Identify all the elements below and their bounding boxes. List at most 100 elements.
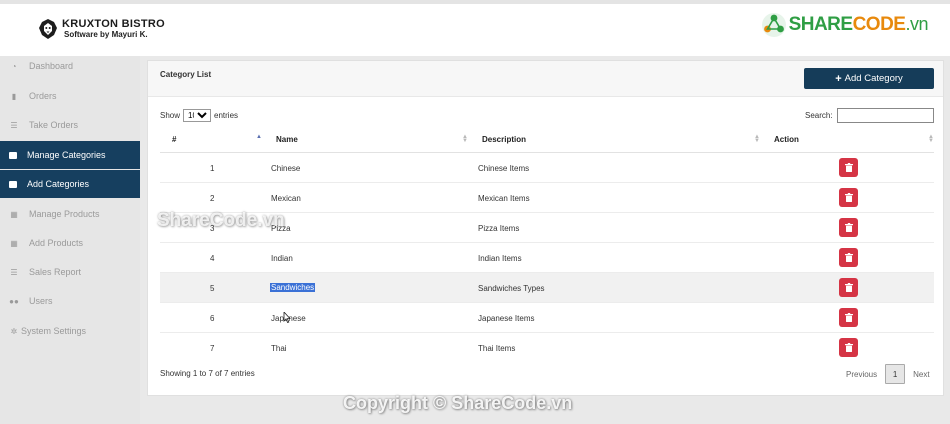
delete-button[interactable] bbox=[839, 158, 858, 177]
show-label: Show bbox=[160, 111, 181, 120]
sidebar-item-sales-report[interactable]: ☰ Sales Report bbox=[0, 258, 140, 286]
delete-button[interactable] bbox=[839, 188, 858, 207]
sidebar-item-users[interactable]: ●● Users bbox=[0, 287, 140, 315]
next-page-button[interactable]: Next bbox=[913, 370, 929, 379]
top-border bbox=[0, 0, 950, 4]
row-description: Japanese Items bbox=[478, 314, 535, 323]
page-length-control: Show 10 entries bbox=[160, 109, 238, 122]
row-description: Mexican Items bbox=[478, 194, 530, 203]
brand-name: KRUXTON BISTRO bbox=[62, 18, 166, 30]
logo-share: SHARE bbox=[788, 14, 854, 35]
previous-page-button[interactable]: Previous bbox=[846, 370, 877, 379]
table-row: 1 Chinese Chinese Items bbox=[160, 153, 934, 183]
square-icon bbox=[9, 180, 17, 188]
logo-suffix: .vn bbox=[905, 14, 928, 34]
plus-icon: + bbox=[835, 72, 842, 85]
row-id: 2 bbox=[210, 194, 215, 203]
sort-both-icon[interactable]: ▲ ▼ bbox=[928, 134, 934, 144]
delete-button[interactable] bbox=[839, 248, 858, 267]
table-row: 5 Sandwiches Sandwiches Types bbox=[160, 273, 934, 303]
delete-button[interactable] bbox=[839, 338, 858, 357]
column-header-description[interactable]: Description bbox=[482, 135, 526, 144]
sidebar-item-label: Orders bbox=[29, 91, 57, 101]
row-id: 1 bbox=[210, 164, 215, 173]
row-description: Thai Items bbox=[478, 344, 516, 353]
grid-icon: ▦ bbox=[10, 209, 18, 219]
logo-code: CODE bbox=[852, 14, 906, 35]
add-category-label: Add Category bbox=[844, 73, 903, 84]
row-name: Chinese bbox=[271, 164, 301, 173]
clipboard-icon: ▮ bbox=[11, 91, 17, 101]
row-name: Indian bbox=[271, 254, 293, 263]
sidebar-item-label: Sales Report bbox=[29, 267, 82, 277]
mouse-cursor-icon bbox=[283, 312, 291, 323]
search-control: Search: bbox=[805, 108, 934, 123]
sort-asc-icon[interactable]: ▲ bbox=[256, 134, 262, 140]
sidebar-item-dashboard[interactable]: ◔ Dashboard bbox=[0, 52, 140, 80]
page-title: Category List bbox=[160, 70, 212, 79]
row-id: 7 bbox=[210, 344, 215, 353]
page-1-button[interactable]: 1 bbox=[885, 364, 906, 384]
trash-icon bbox=[844, 163, 853, 172]
trash-icon bbox=[844, 223, 853, 232]
row-description: Sandwiches Types bbox=[478, 284, 545, 293]
brand-subtitle: Software by Mayuri K. bbox=[64, 30, 148, 39]
watermark-middle: ShareCode.vn bbox=[157, 210, 285, 231]
watermark-copyright: Copyright © ShareCode.vn bbox=[343, 393, 573, 413]
sort-both-icon[interactable]: ▲ ▼ bbox=[754, 134, 760, 144]
table-header: # ▲ Name ▲ ▼ Description ▲ ▼ Action ▲ ▼ bbox=[160, 127, 934, 153]
trash-icon bbox=[844, 253, 853, 262]
delete-button[interactable] bbox=[839, 308, 858, 327]
column-header-name[interactable]: Name bbox=[276, 135, 298, 144]
row-id: 4 bbox=[210, 254, 215, 263]
sidebar-item-label: Manage Categories bbox=[27, 150, 106, 160]
list-icon: ☰ bbox=[10, 267, 18, 277]
gauge-icon: ◔ bbox=[11, 61, 17, 71]
sort-both-icon[interactable]: ▲ ▼ bbox=[462, 134, 468, 144]
sidebar-item-label: Add Products bbox=[29, 238, 84, 248]
page-length-select[interactable]: 10 bbox=[183, 109, 212, 122]
sidebar-item-label: Users bbox=[29, 296, 53, 306]
row-id: 6 bbox=[210, 314, 215, 323]
sidebar-item-manage-categories[interactable]: Manage Categories bbox=[0, 141, 140, 169]
search-label: Search: bbox=[805, 111, 833, 120]
sidebar-item-add-categories[interactable]: Add Categories bbox=[0, 170, 140, 198]
sharecode-logo: SHARECODE.vn bbox=[761, 12, 928, 38]
sidebar-item-add-products[interactable]: ▦ Add Products bbox=[0, 229, 140, 257]
lion-logo-icon bbox=[39, 19, 57, 39]
sharecode-logo-icon bbox=[761, 13, 786, 37]
sidebar-item-take-orders[interactable]: ☰ Take Orders bbox=[0, 111, 140, 139]
brand[interactable]: KRUXTON BISTRO Software by Mayuri K. bbox=[38, 18, 165, 40]
add-category-button[interactable]: + Add Category bbox=[804, 68, 934, 89]
sidebar-item-label: Dashboard bbox=[29, 61, 74, 71]
search-input[interactable] bbox=[836, 108, 934, 123]
trash-icon bbox=[844, 313, 853, 322]
row-description: Pizza Items bbox=[478, 224, 520, 233]
entries-label: entries bbox=[214, 111, 239, 120]
sidebar-item-label: Add Categories bbox=[27, 179, 90, 189]
users-icon: ●● bbox=[9, 296, 19, 306]
table-row: 7 Thai Thai Items bbox=[160, 333, 934, 363]
sidebar-item-orders[interactable]: ▮ Orders bbox=[0, 82, 140, 110]
row-id: 5 bbox=[210, 284, 215, 293]
grid-icon: ▦ bbox=[10, 238, 18, 248]
row-description: Indian Items bbox=[478, 254, 522, 263]
list-icon: ☰ bbox=[10, 120, 18, 130]
trash-icon bbox=[844, 283, 853, 292]
pagination: Previous 1 Next bbox=[838, 364, 938, 384]
column-header-id[interactable]: # bbox=[172, 135, 176, 144]
gears-icon: ✲ bbox=[10, 326, 18, 336]
sidebar-item-system-settings[interactable]: ✲ System Settings bbox=[0, 317, 140, 345]
sidebar-item-label: System Settings bbox=[21, 326, 87, 336]
sidebar: ◔ Dashboard ▮ Orders ☰ Take Orders Manag… bbox=[0, 56, 140, 424]
column-header-action: Action bbox=[774, 135, 799, 144]
row-name: Thai bbox=[271, 344, 287, 353]
table-row: 6 Japanese Japanese Items bbox=[160, 303, 934, 333]
delete-button[interactable] bbox=[839, 278, 858, 297]
table-info: Showing 1 to 7 of 7 entries bbox=[160, 369, 255, 378]
sidebar-item-manage-products[interactable]: ▦ Manage Products bbox=[0, 200, 140, 228]
row-name-selected: Sandwiches bbox=[270, 283, 316, 292]
delete-button[interactable] bbox=[839, 218, 858, 237]
square-icon bbox=[9, 151, 17, 159]
trash-icon bbox=[844, 193, 853, 202]
